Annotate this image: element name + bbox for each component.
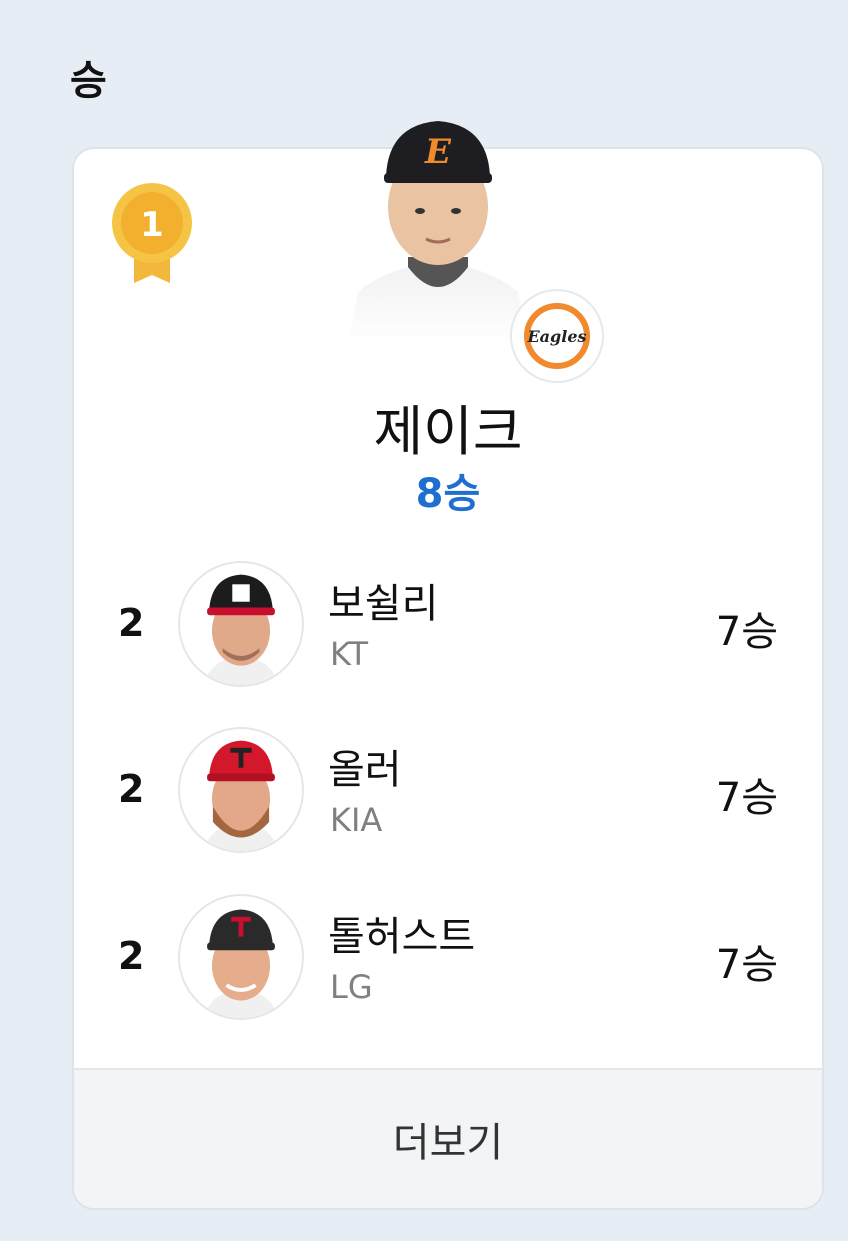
avatar — [178, 727, 304, 853]
rank: 2 — [118, 767, 145, 811]
avatar — [178, 894, 304, 1020]
gold-medal-icon: 1 — [112, 183, 192, 283]
team-logo: Eagles — [510, 289, 604, 383]
medal-rank: 1 — [140, 205, 164, 245]
list-item[interactable]: 2 올러 KIA 7승 — [74, 727, 822, 857]
player-name[interactable]: 올러 — [328, 737, 402, 795]
rank: 2 — [118, 934, 145, 978]
player-team: LG — [330, 968, 373, 1006]
leader-name[interactable]: 제이크 — [74, 387, 822, 466]
team-logo-text: Eagles — [526, 327, 586, 346]
player-stat: 7승 — [715, 942, 778, 988]
ranking-card: 1 E Eagles 제이크 8승 2 보쉴리 KT 7승 2 올러 KIA 7… — [72, 121, 824, 1210]
section-title: 승 — [70, 58, 107, 104]
list-item[interactable]: 2 보쉴리 KT 7승 — [74, 561, 822, 691]
more-button[interactable]: 더보기 — [74, 1068, 822, 1208]
player-team: KIA — [330, 801, 383, 839]
player-team: KT — [330, 635, 369, 673]
avatar — [178, 561, 304, 687]
cap-logo: E — [424, 132, 452, 172]
player-name[interactable]: 톨허스트 — [328, 904, 475, 962]
player-stat: 7승 — [715, 775, 778, 821]
list-item[interactable]: 2 톨허스트 LG 7승 — [74, 894, 822, 1024]
player-stat: 7승 — [715, 609, 778, 655]
rank: 2 — [118, 601, 145, 645]
player-name[interactable]: 보쉴리 — [328, 571, 438, 629]
leader-stat: 8승 — [415, 471, 481, 517]
leader-photo: E — [348, 121, 528, 347]
